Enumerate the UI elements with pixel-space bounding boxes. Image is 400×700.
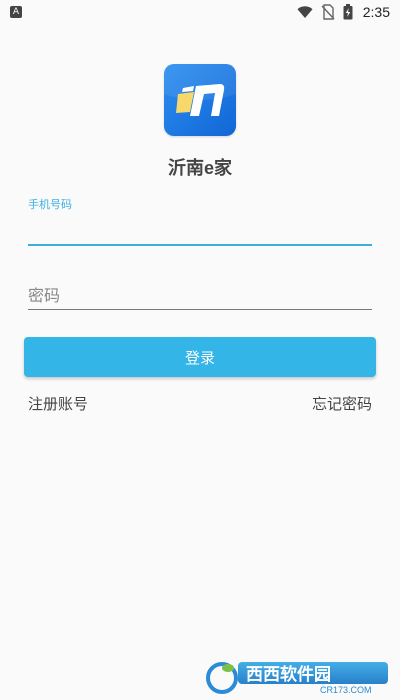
phone-input-underline bbox=[28, 244, 372, 246]
status-left: A bbox=[10, 6, 22, 18]
password-input-underline bbox=[28, 309, 372, 310]
battery-charging-icon bbox=[343, 4, 353, 20]
wifi-icon bbox=[297, 5, 313, 19]
clock: 2:35 bbox=[362, 4, 390, 20]
register-link[interactable]: 注册账号 bbox=[28, 393, 88, 414]
app-logo-icon bbox=[164, 64, 236, 136]
app-name: 沂南e家 bbox=[167, 158, 232, 178]
status-right: 2:35 bbox=[297, 4, 390, 20]
no-signal-icon bbox=[321, 4, 335, 20]
phone-input[interactable] bbox=[28, 216, 372, 242]
watermark-logo: 西西软件园 CR173.COM bbox=[202, 656, 394, 696]
phone-field-label: 手机号码 bbox=[28, 198, 72, 211]
notification-icon: A bbox=[10, 6, 22, 18]
status-bar: A 2:35 bbox=[0, 0, 400, 24]
svg-text:CR173.COM: CR173.COM bbox=[320, 685, 372, 695]
forgot-password-link[interactable]: 忘记密码 bbox=[312, 393, 372, 414]
svg-text:西西软件园: 西西软件园 bbox=[246, 664, 331, 685]
login-button[interactable]: 登录 bbox=[24, 337, 376, 377]
password-input[interactable] bbox=[28, 282, 372, 308]
